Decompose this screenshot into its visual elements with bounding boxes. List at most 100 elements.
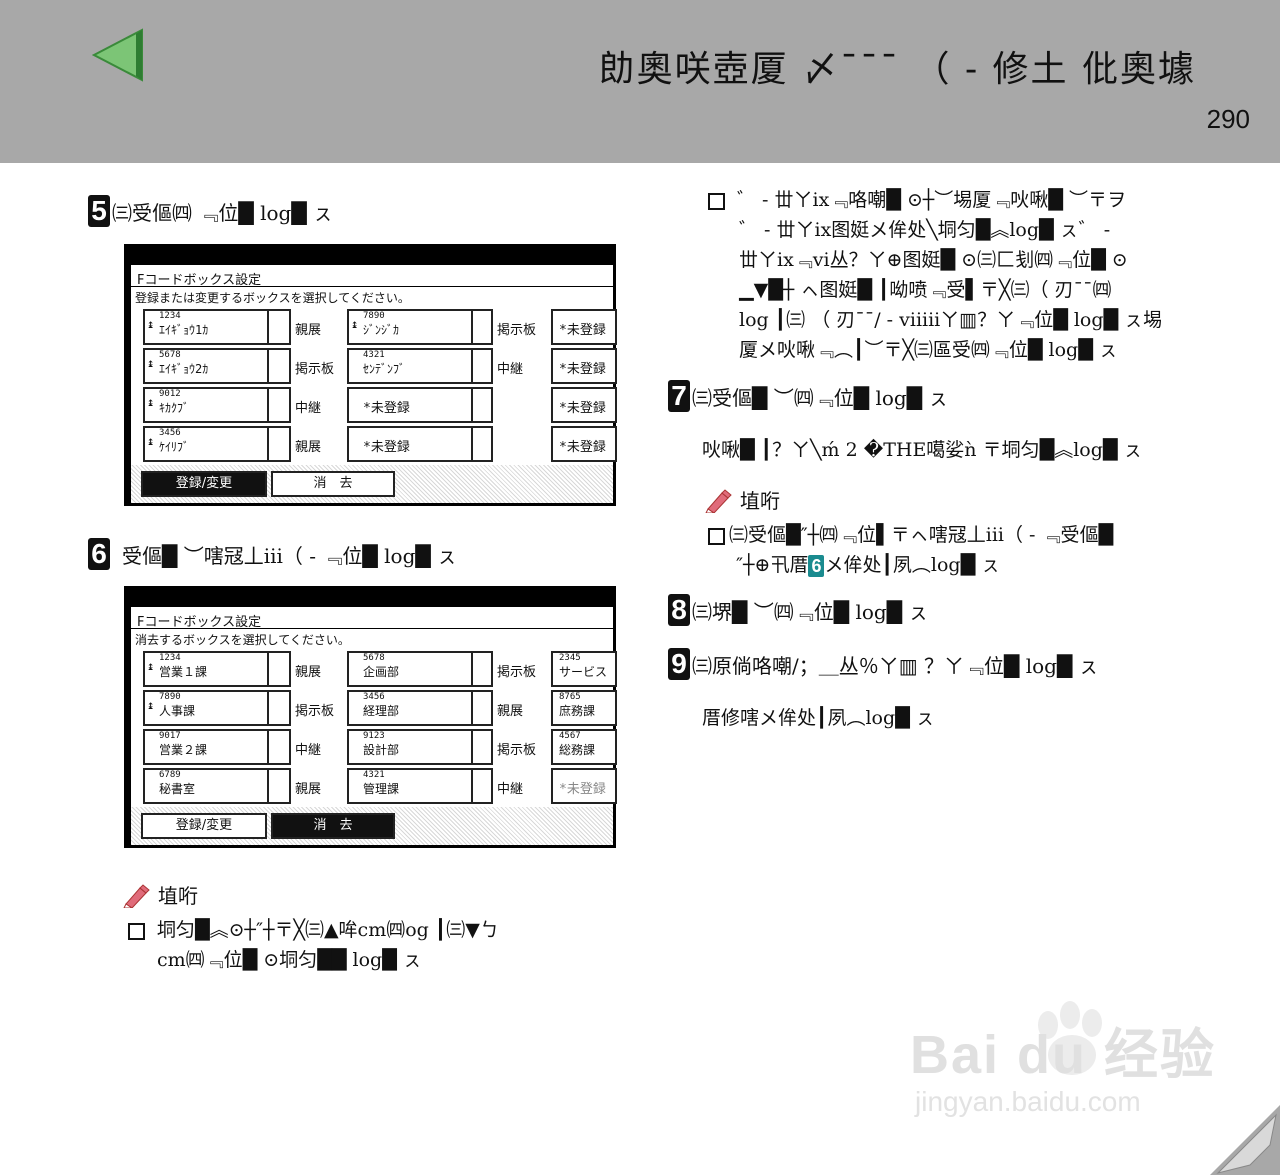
box-type-label: 掲示板: [295, 704, 335, 719]
lock-icon: ↨: [147, 395, 155, 409]
delete-button[interactable]: 消 去: [271, 471, 395, 497]
fcode-box[interactable]: 4321 管理課: [347, 768, 493, 804]
fcode-box[interactable]: ↨ 9012 ｷｶｸﾌﾞ: [143, 387, 291, 423]
step-7-body: 吙啾█ ┃？ㄚ╲ḿ 2 �THE噶娑ǹ 〒垌匀█︽log█ ㇲ: [702, 439, 1143, 461]
fcode-box[interactable]: 5678 企画部: [347, 651, 493, 687]
pencil-icon: [123, 883, 150, 908]
pencil-icon: [705, 488, 732, 513]
box-type-label: 親展: [497, 704, 524, 719]
lock-icon: ↨: [147, 698, 155, 712]
note-line: メ侔处┃夙︵log█ ㇲ: [824, 554, 1001, 576]
lock-icon: ↨: [147, 434, 155, 448]
box-name: *未登録: [363, 401, 410, 416]
box-name: ｴｲｷﾞｮｳ1ｶ: [159, 323, 209, 337]
delete-button[interactable]: 消 去: [271, 813, 395, 839]
fcode-box[interactable]: 9017 営業２課: [143, 729, 291, 765]
box-number: 8765: [559, 692, 581, 702]
step-number-badge: 8: [668, 594, 690, 626]
box-number: 7890: [363, 311, 385, 321]
divider: [267, 653, 269, 685]
step-number-badge: 6: [88, 538, 110, 570]
back-arrow-icon[interactable]: [92, 28, 146, 82]
fcode-box[interactable]: 3456 経理部: [347, 690, 493, 726]
box-number: 2345: [559, 653, 581, 663]
fcode-box[interactable]: ↨ 1234 ｴｲｷﾞｮｳ1ｶ: [143, 309, 291, 345]
checkbox-bullet-icon: [708, 192, 725, 210]
page-curl-icon[interactable]: [1210, 1105, 1280, 1175]
box-name: *未登録: [559, 440, 606, 455]
box-name: *未登録: [559, 401, 606, 416]
fcode-box[interactable]: 2345 サービス: [551, 651, 617, 687]
step-text: ㈢原倘咯嘲/；＿丛％ㄚ▥ ？ㄚ﹃位█ log█ ㇲ: [692, 653, 1099, 678]
step-6: 6 受傴█ ︶嗐冦丄iii（ - ﹃位█ log█ ㇲ: [88, 538, 457, 570]
fcode-box[interactable]: *未登録: [551, 387, 617, 423]
fcode-box[interactable]: *未登録: [551, 426, 617, 462]
box-name: 企画部: [363, 665, 400, 679]
fcode-box[interactable]: *未登録: [551, 309, 617, 345]
bullet-line: ゛ - 丗ㄚix图娗メ侔处╲垌匀█︽log█ ㇲ゛ -: [739, 219, 1111, 241]
header-title: 勆奧咲壺厦 〆¯¯¯ （ - 修土 仳奧壉: [598, 49, 1196, 90]
box-number: 1234: [159, 653, 181, 663]
fcode-box[interactable]: *未登録: [551, 768, 617, 804]
fcode-box[interactable]: *未登録: [551, 348, 617, 384]
box-number: 1234: [159, 311, 181, 321]
divider: [471, 389, 473, 421]
box-name: *未登録: [559, 782, 606, 797]
box-number: 4321: [363, 770, 385, 780]
page-header: 勆奧咲壺厦 〆¯¯¯ （ - 修土 仳奧壉 290: [0, 0, 1280, 163]
box-type-label: 親展: [295, 665, 322, 680]
note-heading-left: 埴哘: [122, 880, 198, 909]
fcode-box[interactable]: *未登録: [347, 426, 493, 462]
box-type-label: 掲示板: [295, 362, 335, 377]
box-number: 5678: [159, 350, 181, 360]
fcode-box[interactable]: 6789 秘書室: [143, 768, 291, 804]
screen-panel-register: Fコードボックス設定 登録または変更するボックスを選択してください。 ↨ 123…: [124, 244, 617, 506]
bullet-line: log ┃㈢ （ 刃¯¯/ - viiiiiㄚ▥？ㄚ﹃位█ log█ ㇲ埸: [739, 309, 1163, 331]
box-name: *未登録: [559, 323, 606, 338]
divider: [131, 628, 613, 629]
box-number: 7890: [159, 692, 181, 702]
box-number: 6789: [159, 770, 181, 780]
fcode-box[interactable]: *未登録: [347, 387, 493, 423]
step-text: ㈢受傴█ ︶㈣﹃位█ log█ ㇲ: [692, 385, 949, 410]
register-change-button[interactable]: 登録/変更: [141, 471, 267, 497]
box-number: 9012: [159, 389, 181, 399]
step-7: 7 ㈢受傴█ ︶㈣﹃位█ log█ ㇲ: [668, 380, 948, 412]
divider: [267, 731, 269, 763]
step-9-body: 厝修嗐メ侔处┃夙︵log█ ㇲ: [702, 707, 935, 729]
lock-icon: ↨: [351, 317, 359, 331]
box-type-label: 親展: [295, 440, 322, 455]
divider: [267, 350, 269, 382]
fcode-box[interactable]: ↨ 3456 ｹｲﾘﾌﾞ: [143, 426, 291, 462]
divider: [267, 311, 269, 343]
panel-button-bar: 登録/変更 消 去: [131, 465, 613, 503]
note-heading-right: 埴哘: [704, 485, 780, 514]
box-name: ｴｲｷﾞｮｳ2ｶ: [159, 362, 209, 376]
fcode-box[interactable]: 9123 設計部: [347, 729, 493, 765]
step-5: 5 ㈢受傴㈣ ﹃位█ log█ ㇲ: [88, 195, 333, 227]
fcode-box[interactable]: ↨ 7890 ｼﾞﾝｼﾞｶ: [347, 309, 493, 345]
divider: [471, 731, 473, 763]
note-right-body: ㈢受傴█″┼㈣﹃位▌〒ㇸ嗐冦丄iii（ - ﹃受傴█ ″┼⊕卂厝 6 メ侔处┃夙︵l…: [708, 520, 1228, 580]
box-number: 3456: [363, 692, 385, 702]
fcode-box[interactable]: ↨ 5678 ｴｲｷﾞｮｳ2ｶ: [143, 348, 291, 384]
box-number: 3456: [159, 428, 181, 438]
fcode-box[interactable]: ↨ 1234 営業１課: [143, 651, 291, 687]
register-change-button[interactable]: 登録/変更: [141, 813, 267, 839]
note-line: ″┼⊕卂厝: [736, 554, 809, 576]
lock-icon: ↨: [147, 317, 155, 331]
fcode-box[interactable]: 4321 ｾﾝﾃﾞﾝﾌﾞ: [347, 348, 493, 384]
lock-icon: ↨: [147, 659, 155, 673]
note-line: ㈢受傴█″┼㈣﹃位▌〒ㇸ嗐冦丄iii（ - ﹃受傴█: [729, 524, 1114, 546]
fcode-box[interactable]: 8765 庶務課: [551, 690, 617, 726]
divider: [267, 692, 269, 724]
box-name: ｷｶｸﾌﾞ: [159, 401, 190, 415]
box-number: 9017: [159, 731, 181, 741]
fcode-box[interactable]: ↨ 7890 人事課: [143, 690, 291, 726]
box-type-label: 中継: [295, 743, 322, 758]
step-number-badge: 7: [668, 380, 690, 412]
right-bullet-block: ゛ - 丗ㄚix﹃咯嘲█ ⊙┼︶埸厦﹃吙啾█ ︶〒ヲ ゛ - 丗ㄚix图娗メ侔处…: [708, 185, 1228, 365]
divider: [267, 770, 269, 802]
fcode-box[interactable]: 4567 総務課: [551, 729, 617, 765]
box-type-label: 中継: [497, 782, 524, 797]
